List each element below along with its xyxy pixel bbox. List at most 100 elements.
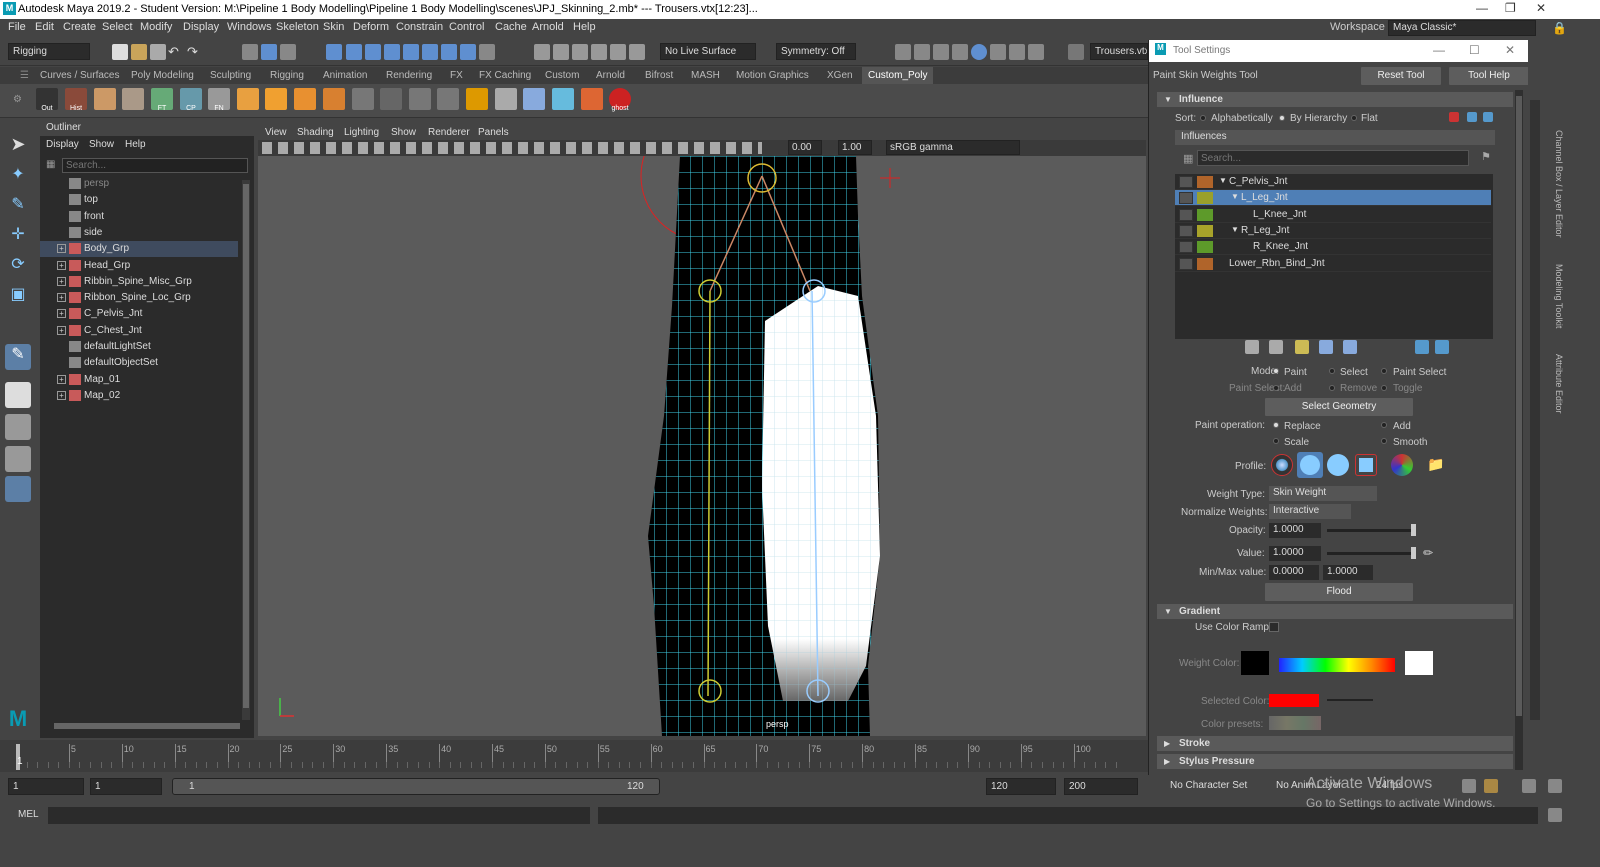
stroke-section-header[interactable]: ▶ Stroke bbox=[1157, 736, 1513, 751]
stylus-section-header[interactable]: ▶ Stylus Pressure bbox=[1157, 754, 1513, 769]
expand-icon[interactable]: + bbox=[57, 276, 66, 286]
shelf-tab-animation[interactable]: Animation bbox=[323, 70, 367, 81]
mode-paint-radio[interactable] bbox=[1273, 368, 1279, 374]
outliner-item[interactable]: top bbox=[40, 192, 238, 208]
shelf-move-icon[interactable] bbox=[437, 88, 459, 110]
expand-icon[interactable]: + bbox=[57, 309, 66, 319]
new-scene-icon[interactable] bbox=[112, 44, 128, 60]
snap-plane-icon[interactable] bbox=[591, 44, 607, 60]
gradient-section-header[interactable]: ▼ Gradient bbox=[1157, 604, 1513, 619]
outliner-item[interactable]: persp bbox=[40, 176, 238, 192]
menu-control[interactable]: Control bbox=[449, 21, 484, 33]
sort-alpha-radio[interactable] bbox=[1200, 115, 1206, 121]
shelf-extrude-icon[interactable] bbox=[294, 88, 316, 110]
value-slider[interactable] bbox=[1327, 547, 1416, 559]
lock-icon[interactable]: 🔒 bbox=[1552, 21, 1567, 35]
influence-row[interactable]: R_Knee_Jnt bbox=[1175, 239, 1491, 256]
select-edge-icon[interactable] bbox=[346, 44, 362, 60]
outliner-h-scrollbar[interactable] bbox=[54, 723, 240, 729]
shelf-tab-poly[interactable]: Poly Modeling bbox=[131, 70, 194, 81]
menu-constrain[interactable]: Constrain bbox=[396, 21, 443, 33]
influence-filter-toggle-icon[interactable]: ▦ bbox=[1183, 152, 1193, 165]
color-presets-swatches[interactable] bbox=[1269, 716, 1321, 730]
ipr-render-icon[interactable] bbox=[933, 44, 949, 60]
close-icon[interactable]: ✕ bbox=[1536, 1, 1546, 15]
outliner-menu-help[interactable]: Help bbox=[125, 139, 146, 150]
weight-type-dropdown[interactable]: Skin Weight bbox=[1269, 486, 1377, 501]
shelf-out-button[interactable]: Out bbox=[36, 88, 58, 112]
weight-hammer-icon[interactable] bbox=[1295, 340, 1309, 354]
shelf-mesh-icon[interactable] bbox=[523, 88, 545, 110]
select-tool-icon[interactable]: ➤ bbox=[5, 134, 31, 160]
tab-attribute-editor[interactable]: Attribute Editor bbox=[1554, 354, 1564, 414]
move-tool-icon[interactable]: ✛ bbox=[5, 224, 31, 250]
mode-paint-select-radio[interactable] bbox=[1381, 368, 1387, 374]
outliner-item[interactable]: + Ribbon_Spine_Loc_Grp bbox=[40, 290, 238, 306]
shelf-tab-sculpting[interactable]: Sculpting bbox=[210, 70, 251, 81]
script-editor-icon[interactable] bbox=[1548, 808, 1562, 822]
influence-lock-icon[interactable] bbox=[1179, 224, 1193, 237]
ps-add-radio[interactable] bbox=[1273, 385, 1279, 391]
menu-deform[interactable]: Deform bbox=[353, 21, 389, 33]
channel-box-scroll[interactable] bbox=[1530, 100, 1540, 720]
range-slider-bar[interactable]: 1 120 bbox=[172, 778, 660, 795]
viewport-menu-view[interactable]: View bbox=[265, 127, 287, 138]
influence-list-icon[interactable] bbox=[1467, 112, 1477, 122]
outliner-item[interactable]: + Map_01 bbox=[40, 372, 238, 388]
influence-search-input[interactable] bbox=[1197, 150, 1469, 166]
shelf-brush-icon[interactable] bbox=[552, 88, 574, 110]
select-vertex-icon[interactable] bbox=[326, 44, 342, 60]
expand-icon[interactable]: + bbox=[57, 374, 66, 384]
shelf-ft-button[interactable]: FT bbox=[151, 88, 173, 112]
profile-image-icon[interactable] bbox=[1391, 454, 1413, 476]
influence-color-swatch[interactable] bbox=[1197, 224, 1213, 237]
influence-lock-icon[interactable] bbox=[1179, 257, 1193, 270]
pin-icon[interactable]: ⚑ bbox=[1481, 150, 1491, 163]
ps-remove-radio[interactable] bbox=[1329, 385, 1335, 391]
menu-windows[interactable]: Windows bbox=[227, 21, 272, 33]
shelf-tab-motion-graphics[interactable]: Motion Graphics bbox=[736, 70, 809, 81]
profile-soft-icon[interactable] bbox=[1297, 452, 1323, 478]
scale-tool-icon[interactable]: ▣ bbox=[5, 284, 31, 310]
influence-filter-icon[interactable] bbox=[1449, 112, 1459, 122]
menu-skeleton[interactable]: Skeleton bbox=[276, 21, 319, 33]
viewport-menu-renderer[interactable]: Renderer bbox=[428, 127, 470, 138]
menu-help[interactable]: Help bbox=[573, 21, 596, 33]
select-face-icon[interactable] bbox=[365, 44, 381, 60]
opacity-slider[interactable] bbox=[1327, 524, 1416, 536]
colorspace-dropdown[interactable]: sRGB gamma bbox=[886, 140, 1020, 155]
restore-icon[interactable]: ❐ bbox=[1505, 1, 1516, 15]
auto-key-icon[interactable] bbox=[1462, 779, 1476, 793]
snap-grid-icon[interactable] bbox=[403, 44, 419, 60]
tab-channel-box[interactable]: Channel Box / Layer Editor bbox=[1554, 130, 1564, 238]
pause-icon[interactable] bbox=[1028, 44, 1044, 60]
selected-color-slider[interactable] bbox=[1327, 699, 1373, 701]
snap-live-icon[interactable] bbox=[572, 44, 588, 60]
menu-modify[interactable]: Modify bbox=[140, 21, 172, 33]
ts-minimize-icon[interactable]: — bbox=[1433, 43, 1445, 57]
shelf-bevel-icon[interactable] bbox=[237, 88, 259, 110]
playback-options-icon[interactable] bbox=[1548, 779, 1562, 793]
min-value-field[interactable]: 0.0000 bbox=[1269, 565, 1319, 580]
outliner-item[interactable]: + Ribbin_Spine_Misc_Grp bbox=[40, 274, 238, 290]
paint-skin-weights-icon[interactable]: ✎ bbox=[5, 344, 31, 370]
menu-skin[interactable]: Skin bbox=[323, 21, 344, 33]
snap-surface-icon[interactable] bbox=[610, 44, 626, 60]
copy-weights-icon[interactable] bbox=[1245, 340, 1259, 354]
use-color-ramp-checkbox[interactable] bbox=[1269, 622, 1279, 632]
unlock-all-icon[interactable] bbox=[1435, 340, 1449, 354]
expand-icon[interactable]: + bbox=[57, 325, 66, 335]
lock-all-icon[interactable] bbox=[1415, 340, 1429, 354]
outliner-layout-icon[interactable] bbox=[5, 476, 31, 502]
shelf-cube-icon[interactable] bbox=[265, 88, 287, 110]
influence-lock-icon[interactable] bbox=[1179, 192, 1193, 205]
tool-settings-scrollbar[interactable] bbox=[1515, 90, 1523, 770]
light-editor-icon[interactable] bbox=[1009, 44, 1025, 60]
influence-lock-icon[interactable] bbox=[1179, 208, 1193, 221]
minimize-icon[interactable]: — bbox=[1476, 1, 1488, 15]
save-scene-icon[interactable] bbox=[150, 44, 166, 60]
lasso-tool-icon[interactable]: ✦ bbox=[5, 164, 31, 190]
move-weights-icon[interactable] bbox=[1319, 340, 1333, 354]
weight-color-ramp[interactable] bbox=[1279, 658, 1395, 672]
influence-color-swatch[interactable] bbox=[1197, 208, 1213, 221]
